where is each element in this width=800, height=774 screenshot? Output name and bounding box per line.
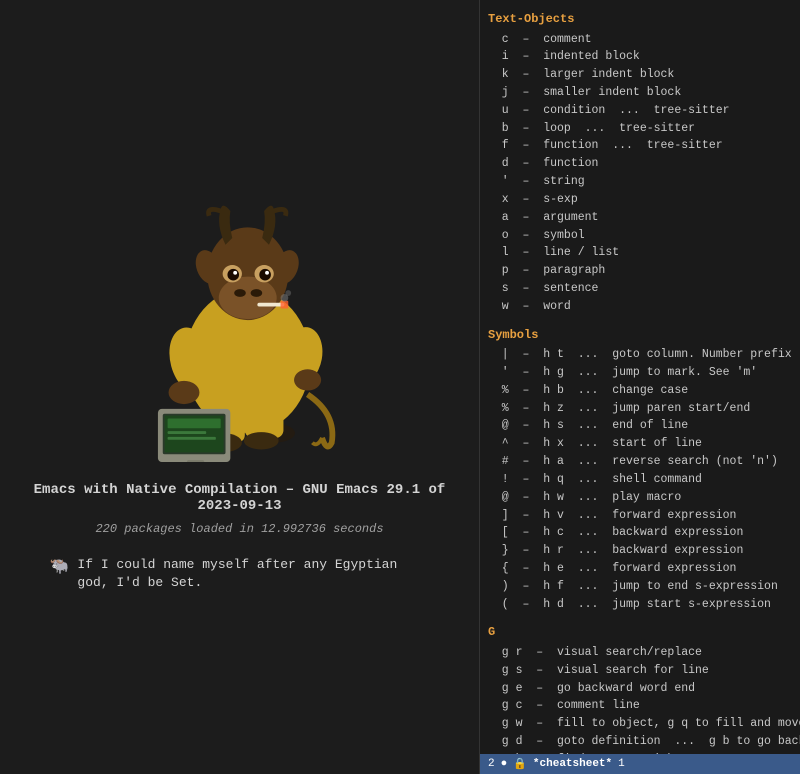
status-buffer-name: *cheatsheet* [533, 758, 612, 770]
section-g-header: G [488, 623, 792, 642]
list-item: @ – h w ... play macro [488, 489, 792, 507]
list-item: f – function ... tree-sitter [488, 137, 792, 155]
list-item: ^ – h x ... start of line [488, 435, 792, 453]
list-item: ) – h f ... jump to end s-expression [488, 578, 792, 596]
list-item: % – h b ... change case [488, 382, 792, 400]
packages-info: 220 packages loaded in 12.992736 seconds [95, 522, 383, 536]
status-number: 2 [488, 758, 495, 770]
quote-container: 🐃 If I could name myself after any Egypt… [50, 556, 430, 592]
list-item: g c – comment line [488, 697, 792, 715]
status-bar: 2 ● 🔒 *cheatsheet* 1 Cheat Sheet [480, 754, 800, 774]
section-text-objects-header: Text-Objects [488, 10, 792, 29]
symbols-list: | – h t ... goto column. Number prefix '… [488, 346, 792, 613]
list-item: w – word [488, 298, 792, 316]
list-item: s – sentence [488, 280, 792, 298]
list-item: g d – goto definition ... g b to go back [488, 733, 792, 751]
emacs-title: Emacs with Native Compilation – GNU Emac… [20, 482, 459, 514]
cheatsheet-panel[interactable]: Text-Objects c – comment i – indented bl… [480, 0, 800, 754]
list-item: p – paragraph [488, 262, 792, 280]
list-item: o – symbol [488, 227, 792, 245]
status-num2: 1 [618, 758, 625, 770]
list-item: # – h a ... reverse search (not 'n') [488, 453, 792, 471]
list-item: x – s-exp [488, 191, 792, 209]
list-item: | – h t ... goto column. Number prefix [488, 346, 792, 364]
list-item: ] – h v ... forward expression [488, 507, 792, 525]
list-item: ' – string [488, 173, 792, 191]
list-item: ! – h q ... shell command [488, 471, 792, 489]
list-item: ' – h g ... jump to mark. See 'm' [488, 364, 792, 382]
list-item: u – condition ... tree-sitter [488, 102, 792, 120]
text-objects-list: c – comment i – indented block k – large… [488, 31, 792, 316]
list-item: c – comment [488, 31, 792, 49]
list-item: b – loop ... tree-sitter [488, 120, 792, 138]
gnu-mascot [100, 182, 380, 462]
left-panel: Emacs with Native Compilation – GNU Emac… [0, 0, 480, 774]
list-item: g r – visual search/replace [488, 644, 792, 662]
section-symbols-header: Symbols [488, 326, 792, 345]
list-item: g s – visual search for line [488, 662, 792, 680]
list-item: @ – h s ... end of line [488, 417, 792, 435]
list-item: % – h z ... jump paren start/end [488, 400, 792, 418]
list-item: [ – h c ... backward expression [488, 524, 792, 542]
list-item: k – larger indent block [488, 66, 792, 84]
list-item: } – h r ... backward expression [488, 542, 792, 560]
list-item: a – argument [488, 209, 792, 227]
list-item: g e – go backward word end [488, 680, 792, 698]
status-dot: ● [501, 758, 508, 770]
gnu-icon: 🐃 [50, 556, 70, 576]
list-item: g w – fill to object, g q to fill and mo… [488, 715, 792, 733]
list-item: ( – h d ... jump start s-expression [488, 596, 792, 614]
list-item: { – h e ... forward expression [488, 560, 792, 578]
list-item: d – function [488, 155, 792, 173]
quote-text: If I could name myself after any Egyptia… [77, 556, 429, 592]
status-lock-icon: 🔒 [513, 757, 527, 771]
g-list: g r – visual search/replace g s – visual… [488, 644, 792, 754]
list-item: i – indented block [488, 48, 792, 66]
list-item: j – smaller indent block [488, 84, 792, 102]
list-item: l – line / list [488, 244, 792, 262]
